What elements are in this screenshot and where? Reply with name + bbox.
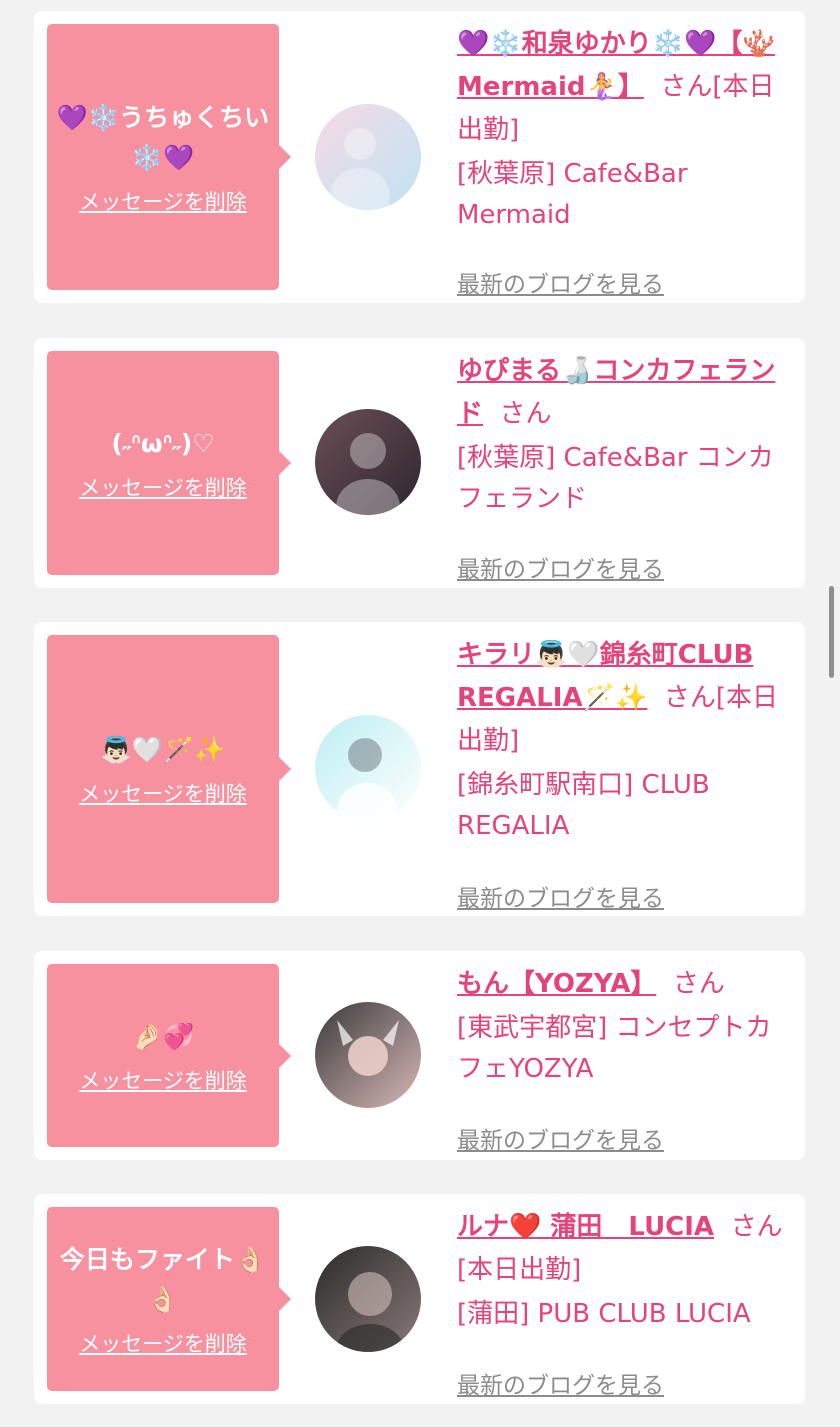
avatar[interactable] [315, 104, 421, 210]
message-text: 今日もファイト👌🏻👌🏻 [59, 1245, 267, 1314]
shop-name: [秋葉原] Cafe&Bar Mermaid [457, 159, 688, 230]
message-bubble: 👼🏻🤍🪄✨ メッセージを削除 [47, 635, 291, 903]
avatar-photo [330, 128, 390, 210]
cast-name-link[interactable]: ルナ❤️ 蒲田 LUCIA [457, 1212, 714, 1242]
message-text: 👼🏻🤍🪄✨ [100, 735, 226, 764]
avatar[interactable] [315, 1246, 421, 1352]
shop-name: [蒲田] PUB CLUB LUCIA [457, 1299, 751, 1329]
favorite-card: 👼🏻🤍🪄✨ メッセージを削除 キラリ👼🏻🤍錦糸町CLUB REGALIA🪄✨ さ… [34, 622, 805, 916]
shop-name: [東武宇都宮] コンセプトカフェYOZYA [457, 1013, 772, 1084]
message-bubble: 💜❄️うちゅくちい❄️💜 メッセージを削除 [47, 24, 291, 290]
message-text: 💜❄️うちゅくちい❄️💜 [56, 103, 270, 172]
shop-name: [秋葉原] Cafe&Bar コンカフェランド [457, 443, 774, 514]
delete-message-link[interactable]: メッセージを削除 [79, 472, 247, 502]
message-bubble: 今日もファイト👌🏻👌🏻 メッセージを削除 [47, 1207, 291, 1391]
favorite-card: 🤌🏻💞 メッセージを削除 もん【YOZYA】 さん [東武宇都宮] コンセプトカ… [34, 951, 805, 1160]
cast-suffix: さん [499, 399, 552, 429]
avatar-photo [337, 1020, 399, 1076]
message-text: (˶ᐢωᐢ˶)♡ [111, 429, 215, 458]
shop-name: [錦糸町駅南口] CLUB REGALIA [457, 770, 710, 841]
message-bubble: 🤌🏻💞 メッセージを削除 [47, 964, 291, 1147]
cast-info: キラリ👼🏻🤍錦糸町CLUB REGALIA🪄✨ さん[本日出勤] [錦糸町駅南口… [457, 634, 792, 912]
avatar-photo [336, 1272, 404, 1352]
favorite-card: 💜❄️うちゅくちい❄️💜 メッセージを削除 💜❄️和泉ゆかり❄️💜【🪸Merma… [34, 11, 805, 303]
latest-blog-link[interactable]: 最新のブログを見る [457, 265, 664, 299]
favorite-card: 今日もファイト👌🏻👌🏻 メッセージを削除 ルナ❤️ 蒲田 LUCIA さん[本日… [34, 1194, 805, 1404]
avatar[interactable] [315, 715, 421, 821]
message-text: 🤌🏻💞 [131, 1021, 195, 1051]
latest-blog-link[interactable]: 最新のブログを見る [457, 1366, 664, 1400]
delete-message-link[interactable]: メッセージを削除 [79, 1328, 247, 1358]
favorite-card: (˶ᐢωᐢ˶)♡ メッセージを削除 ゆぴまる🍶コンカフェランド さん [秋葉原]… [34, 338, 805, 588]
latest-blog-link[interactable]: 最新のブログを見る [457, 550, 664, 584]
avatar-photo [337, 738, 397, 821]
message-bubble: (˶ᐢωᐢ˶)♡ メッセージを削除 [47, 351, 291, 575]
avatar[interactable] [315, 1002, 421, 1108]
cast-suffix: さん [672, 969, 725, 999]
cast-name-link[interactable]: もん【YOZYA】 [457, 969, 656, 999]
scrollbar[interactable] [829, 586, 834, 678]
delete-message-link[interactable]: メッセージを削除 [79, 778, 247, 808]
latest-blog-link[interactable]: 最新のブログを見る [457, 879, 664, 913]
latest-blog-link[interactable]: 最新のブログを見る [457, 1121, 664, 1155]
cast-info: 💜❄️和泉ゆかり❄️💜【🪸Mermaid🧜‍♀️】 さん[本日出勤] [秋葉原]… [457, 23, 792, 298]
cast-info: ゆぴまる🍶コンカフェランド さん [秋葉原] Cafe&Bar コンカフェランド… [457, 350, 792, 583]
delete-message-link[interactable]: メッセージを削除 [79, 1065, 247, 1095]
avatar[interactable] [315, 409, 421, 515]
cast-info: もん【YOZYA】 さん [東武宇都宮] コンセプトカフェYOZYA 最新のブロ… [457, 963, 792, 1155]
cast-info: ルナ❤️ 蒲田 LUCIA さん[本日出勤] [蒲田] PUB CLUB LUC… [457, 1206, 792, 1399]
delete-message-link[interactable]: メッセージを削除 [79, 186, 247, 216]
avatar-photo [336, 433, 400, 515]
